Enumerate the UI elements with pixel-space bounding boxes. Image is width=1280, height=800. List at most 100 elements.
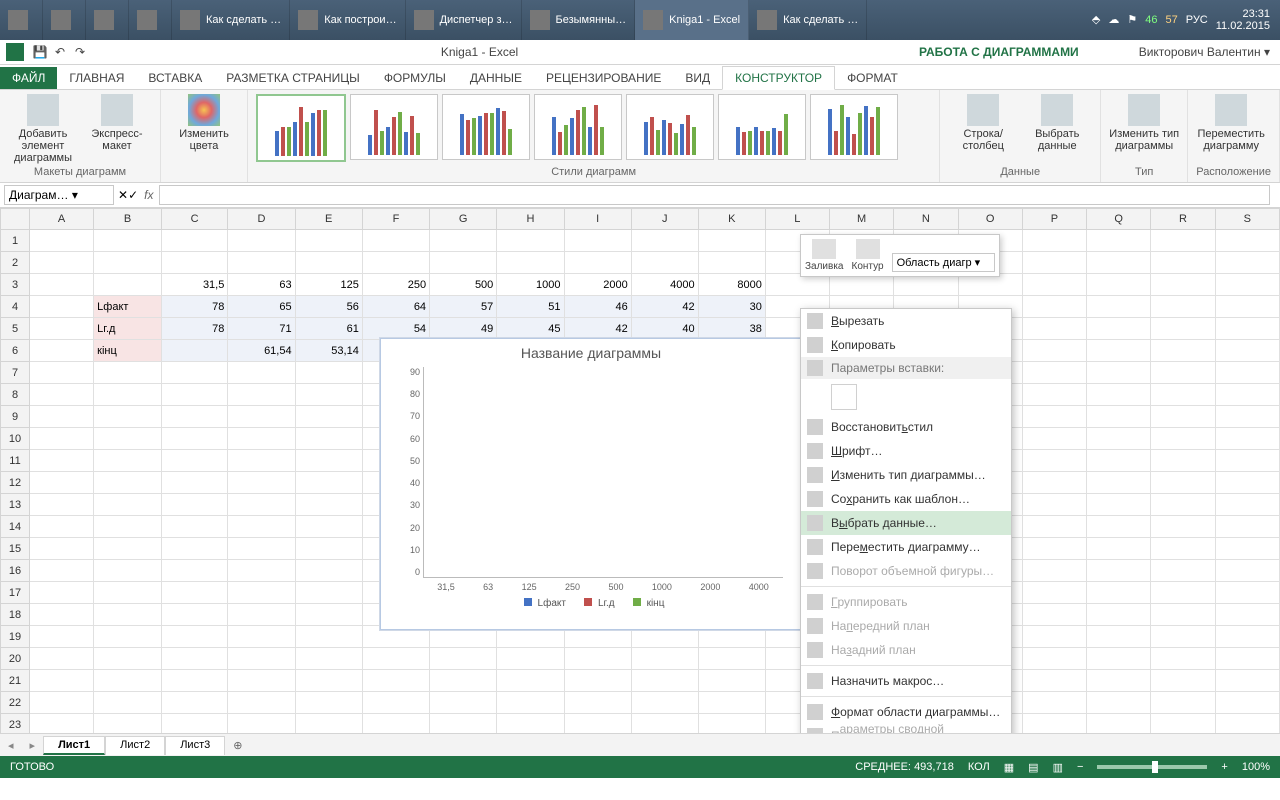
cell[interactable]: 2000 (564, 274, 631, 296)
cell[interactable] (1087, 626, 1151, 648)
column-header[interactable]: J (631, 209, 698, 230)
ribbon-tab[interactable]: ДАННЫЕ (458, 67, 534, 89)
cell[interactable] (1087, 406, 1151, 428)
zoom-in-icon[interactable]: + (1221, 761, 1227, 773)
cell[interactable] (1022, 318, 1086, 340)
cell[interactable] (631, 252, 698, 274)
cell[interactable] (228, 494, 295, 516)
column-header[interactable]: N (894, 209, 958, 230)
cell[interactable] (1215, 494, 1279, 516)
cell[interactable] (161, 604, 227, 626)
cell[interactable] (1022, 472, 1086, 494)
row-header[interactable]: 16 (1, 560, 30, 582)
cell[interactable] (1151, 670, 1215, 692)
cell[interactable]: 54 (362, 318, 429, 340)
cell[interactable] (30, 604, 94, 626)
cell[interactable] (1022, 582, 1086, 604)
cell[interactable] (1022, 560, 1086, 582)
cell[interactable] (1022, 362, 1086, 384)
user-name[interactable]: Викторович Валентин ▾ (1129, 45, 1280, 59)
sheet-nav-prev-icon[interactable]: ◂ (0, 739, 22, 752)
cell[interactable] (1215, 516, 1279, 538)
cell[interactable] (30, 472, 94, 494)
context-menu-item[interactable]: Восстановить стил (801, 415, 1011, 439)
cell[interactable] (94, 604, 162, 626)
formula-input[interactable] (159, 185, 1270, 205)
column-header[interactable]: B (94, 209, 162, 230)
cell[interactable] (1087, 450, 1151, 472)
cell[interactable] (228, 582, 295, 604)
cell[interactable]: 42 (631, 296, 698, 318)
cell[interactable] (1022, 516, 1086, 538)
ribbon-tab[interactable]: ФОРМУЛЫ (372, 67, 458, 89)
cell[interactable] (631, 692, 698, 714)
cell[interactable] (228, 516, 295, 538)
cell[interactable]: 64 (362, 296, 429, 318)
cell[interactable] (295, 604, 362, 626)
cell[interactable] (30, 692, 94, 714)
ribbon-tab[interactable]: КОНСТРУКТОР (722, 66, 835, 90)
cell[interactable] (1215, 318, 1279, 340)
cell[interactable] (1151, 406, 1215, 428)
taskbar-item[interactable]: Как сделать … (749, 0, 867, 40)
cell[interactable] (94, 714, 162, 734)
cell[interactable] (94, 406, 162, 428)
cell[interactable] (698, 670, 765, 692)
cancel-icon[interactable]: ✕ (118, 188, 128, 202)
chart-style-thumb[interactable] (534, 94, 622, 160)
cell[interactable] (94, 274, 162, 296)
zoom-slider[interactable] (1097, 765, 1207, 769)
cell[interactable] (94, 670, 162, 692)
cell[interactable] (1151, 340, 1215, 362)
cell[interactable] (94, 428, 162, 450)
cell[interactable]: 61,54 (228, 340, 295, 362)
cell[interactable] (161, 648, 227, 670)
cell[interactable] (1215, 450, 1279, 472)
undo-icon[interactable]: ↶ (50, 42, 70, 62)
cell[interactable] (362, 252, 429, 274)
context-menu-item[interactable]: Копировать (801, 333, 1011, 357)
cell[interactable] (161, 472, 227, 494)
chart-styles-gallery[interactable] (256, 94, 931, 162)
cell[interactable] (161, 450, 227, 472)
ribbon-tab[interactable]: ВИД (673, 67, 722, 89)
cell[interactable] (362, 648, 429, 670)
cell[interactable]: 38 (698, 318, 765, 340)
column-header[interactable]: D (228, 209, 295, 230)
row-header[interactable]: 9 (1, 406, 30, 428)
row-header[interactable]: 3 (1, 274, 30, 296)
context-menu-item[interactable]: Формат области диаграммы… (801, 700, 1011, 724)
ribbon-tab[interactable]: ФОРМАТ (835, 67, 910, 89)
paste-icon[interactable] (831, 384, 857, 410)
cell[interactable] (631, 230, 698, 252)
zoom-level[interactable]: 100% (1242, 761, 1270, 773)
cell[interactable] (1151, 648, 1215, 670)
cell[interactable] (295, 582, 362, 604)
cell[interactable] (161, 582, 227, 604)
cell[interactable] (1215, 670, 1279, 692)
cell[interactable] (1151, 230, 1215, 252)
row-header[interactable]: 6 (1, 340, 30, 362)
column-header[interactable]: I (564, 209, 631, 230)
chart-area-dropdown[interactable]: Область диагр ▾ (892, 253, 996, 272)
cell[interactable] (1087, 516, 1151, 538)
change-chart-type-button[interactable]: Изменить тип диаграммы (1109, 94, 1179, 152)
cell[interactable] (30, 384, 94, 406)
cell[interactable] (228, 560, 295, 582)
legend-item[interactable]: Lфакт (518, 598, 566, 609)
context-menu-item[interactable]: Выбрать данные… (801, 511, 1011, 535)
cell[interactable]: 65 (228, 296, 295, 318)
cell[interactable] (698, 252, 765, 274)
cell[interactable] (94, 582, 162, 604)
cell[interactable] (1022, 230, 1086, 252)
cell[interactable] (1215, 560, 1279, 582)
cell[interactable] (497, 670, 564, 692)
view-layout-icon[interactable]: ▤ (1028, 761, 1038, 774)
cell[interactable] (228, 604, 295, 626)
cell[interactable] (295, 230, 362, 252)
ribbon-tab[interactable]: ВСТАВКА (136, 67, 214, 89)
chart-style-thumb[interactable] (718, 94, 806, 160)
sheet-tab[interactable]: Лист2 (105, 736, 165, 755)
cell[interactable] (362, 670, 429, 692)
sheet-nav-next-icon[interactable]: ▸ (22, 739, 44, 752)
